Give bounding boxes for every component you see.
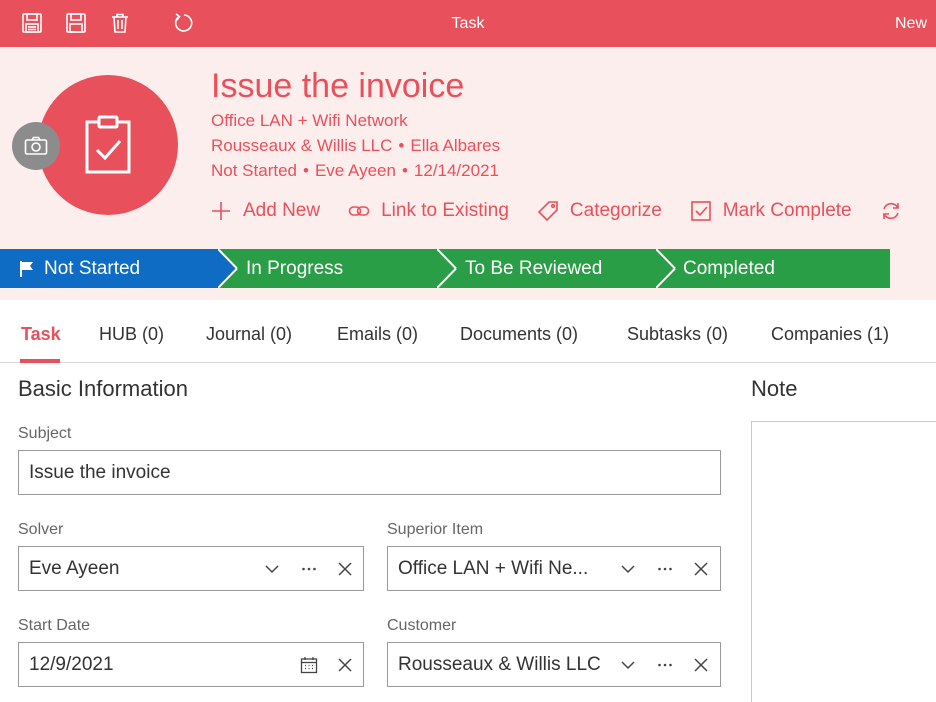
header-solver[interactable]: Eve Ayeen [315, 161, 396, 180]
header-date: 12/14/2021 [413, 161, 499, 180]
separator: • [398, 136, 405, 155]
calendar-icon[interactable] [299, 655, 319, 675]
change-photo-button[interactable] [12, 122, 60, 170]
stage-label: In Progress [246, 257, 344, 279]
camera-icon [24, 136, 48, 155]
subject-input[interactable]: Issue the invoice [18, 450, 721, 495]
stage-label: To Be Reviewed [465, 257, 603, 279]
new-button[interactable]: New [895, 15, 927, 33]
link-icon [348, 206, 370, 216]
stage-completed[interactable]: Completed [656, 249, 890, 288]
superior-item-field[interactable]: Office LAN + Wifi Ne... [387, 546, 721, 591]
tab-bar: Task HUB (0) Journal (0) Emails (0) Docu… [0, 300, 936, 363]
chevron-down-icon[interactable] [618, 655, 638, 675]
chevron-down-icon[interactable] [262, 559, 282, 579]
note-editor[interactable] [751, 421, 936, 702]
more-options-icon[interactable] [299, 559, 319, 579]
customer-link[interactable]: Rousseaux & Willis LLC [211, 136, 392, 155]
section-title-basic-info: Basic Information [18, 376, 188, 401]
tab-task[interactable]: Task [21, 324, 61, 345]
tab-journal[interactable]: Journal (0) [206, 324, 292, 345]
superior-item-value: Office LAN + Wifi Ne... [398, 557, 589, 579]
add-new-label: Add New [243, 200, 321, 221]
plus-icon [212, 202, 230, 220]
clear-icon[interactable] [335, 655, 355, 675]
tag-icon [537, 201, 558, 222]
record-title: Issue the invoice [211, 67, 465, 105]
stage-in-progress[interactable]: In Progress [218, 249, 456, 288]
subject-label: Subject [18, 425, 72, 442]
clear-icon[interactable] [691, 559, 711, 579]
subject-value: Issue the invoice [29, 461, 171, 483]
sync-icon [882, 202, 899, 220]
start-date-value: 12/9/2021 [29, 653, 114, 675]
tab-emails[interactable]: Emails (0) [337, 324, 418, 345]
top-toolbar: Task New [0, 0, 936, 47]
header-customer-line: Rousseaux & Willis LLC • Ella Albares [211, 136, 500, 156]
customer-value: Rousseaux & Willis LLC [398, 653, 601, 675]
stage-not-started[interactable]: Not Started [0, 249, 237, 288]
tab-documents[interactable]: Documents (0) [460, 324, 578, 345]
link-existing-button[interactable]: Link to Existing [348, 200, 509, 222]
flag-icon [20, 260, 33, 277]
section-title-note: Note [751, 376, 798, 401]
separator: • [303, 161, 309, 180]
chevron-down-icon[interactable] [618, 559, 638, 579]
clipboard-check-icon [85, 115, 131, 174]
header-project: Office LAN + Wifi Network [211, 111, 408, 131]
header-status-line: Not Started • Eve Ayeen • 12/14/2021 [211, 161, 499, 181]
customer-label: Customer [387, 617, 457, 634]
solver-value: Eve Ayeen [29, 557, 120, 579]
mark-complete-label: Mark Complete [722, 200, 852, 221]
sync-button[interactable] [880, 200, 913, 222]
project-link[interactable]: Office LAN + Wifi Network [211, 111, 408, 130]
contact-link[interactable]: Ella Albares [410, 136, 500, 155]
clear-icon[interactable] [335, 559, 355, 579]
stage-label: Completed [683, 257, 775, 279]
categorize-label: Categorize [569, 200, 662, 221]
clear-icon[interactable] [691, 655, 711, 675]
solver-label: Solver [18, 521, 64, 538]
mark-complete-button[interactable]: Mark Complete [690, 200, 852, 222]
tab-hub[interactable]: HUB (0) [99, 324, 164, 345]
separator: • [401, 161, 408, 180]
tab-subtasks[interactable]: Subtasks (0) [627, 324, 728, 345]
superior-item-label: Superior Item [387, 521, 484, 538]
stage-to-be-reviewed[interactable]: To Be Reviewed [437, 249, 675, 288]
link-existing-label: Link to Existing [381, 200, 509, 221]
checkbox-icon [690, 201, 711, 221]
header-actions: Add New Link to Existing Categorize Mark… [210, 197, 936, 225]
categorize-button[interactable]: Categorize [537, 200, 662, 222]
status-progress-bar: Not Started In Progress To Be Reviewed C… [0, 249, 890, 288]
tab-companies[interactable]: Companies (1) [771, 324, 889, 345]
start-date-label: Start Date [18, 617, 91, 634]
more-options-icon[interactable] [655, 559, 675, 579]
header-status: Not Started [211, 161, 297, 180]
customer-field[interactable]: Rousseaux & Willis LLC [387, 642, 721, 687]
add-new-button[interactable]: Add New [210, 200, 320, 222]
start-date-field[interactable]: 12/9/2021 [18, 642, 364, 687]
more-options-icon[interactable] [655, 655, 675, 675]
active-tab-indicator [20, 359, 60, 363]
solver-field[interactable]: Eve Ayeen [18, 546, 364, 591]
window-title: Task [451, 15, 485, 32]
stage-label: Not Started [44, 257, 141, 279]
